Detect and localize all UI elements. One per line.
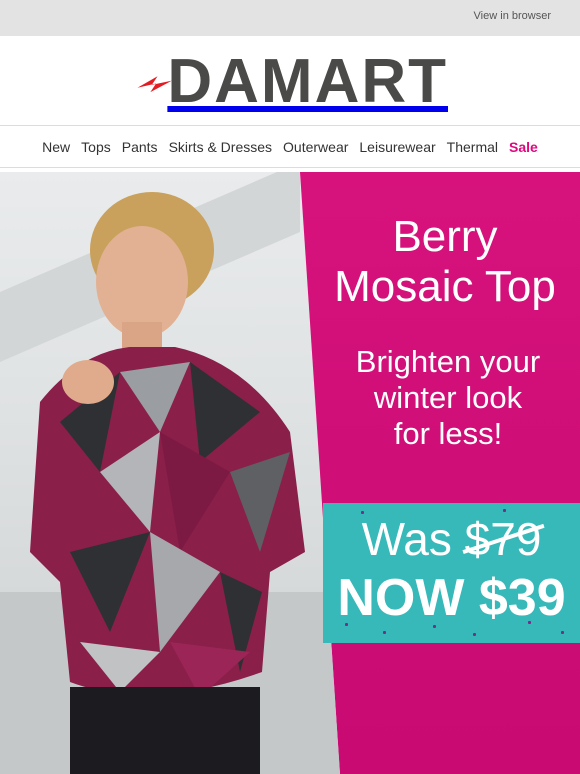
hero-headline: Berry Mosaic Top (300, 212, 580, 312)
speckle-decoration (561, 631, 564, 634)
speckle-decoration (503, 509, 506, 512)
speckle-decoration (528, 621, 531, 624)
hero-banner[interactable]: Berry Mosaic Top Brighten your winter lo… (0, 172, 580, 774)
nav-item-thermal[interactable]: Thermal (447, 139, 498, 155)
headline-line-2: Mosaic Top (334, 262, 556, 311)
nav-item-pants[interactable]: Pants (122, 139, 158, 155)
subline-line-2: winter look (373, 380, 523, 415)
model-photo (0, 172, 340, 774)
price-box: Was $79 NOW $39 (323, 503, 580, 643)
headline-line-1: Berry (392, 212, 498, 261)
subline-line-1: Brighten your (355, 344, 541, 379)
speckle-decoration (361, 511, 364, 514)
speckle-decoration (433, 625, 436, 628)
nav-item-new[interactable]: New (42, 139, 70, 155)
category-nav: New Tops Pants Skirts & Dresses Outerwea… (0, 126, 580, 168)
was-price: $79 (464, 513, 542, 565)
was-label: Was (361, 513, 452, 565)
nav-item-tops[interactable]: Tops (81, 139, 111, 155)
brand-logo[interactable]: DAMART (136, 47, 448, 116)
hero-subline: Brighten your winter look for less! (330, 344, 566, 452)
speckle-decoration (383, 631, 386, 634)
speckle-decoration (473, 633, 476, 636)
nav-item-leisurewear[interactable]: Leisurewear (359, 139, 435, 155)
nav-item-sale[interactable]: Sale (509, 139, 538, 155)
nav-item-outerwear[interactable]: Outerwear (283, 139, 348, 155)
view-in-browser-link[interactable]: View in browser (474, 10, 551, 22)
subline-line-3: for less! (393, 416, 503, 451)
speckle-decoration (345, 623, 348, 626)
now-price: NOW $39 (337, 569, 566, 627)
nav-item-skirts-dresses[interactable]: Skirts & Dresses (169, 139, 272, 155)
preheader-bar: View in browser (0, 0, 580, 36)
header: DAMART (0, 36, 580, 126)
brand-wordmark: DAMART (167, 47, 448, 116)
was-price-row: Was $79 (323, 511, 580, 567)
model-illustration (0, 172, 340, 774)
